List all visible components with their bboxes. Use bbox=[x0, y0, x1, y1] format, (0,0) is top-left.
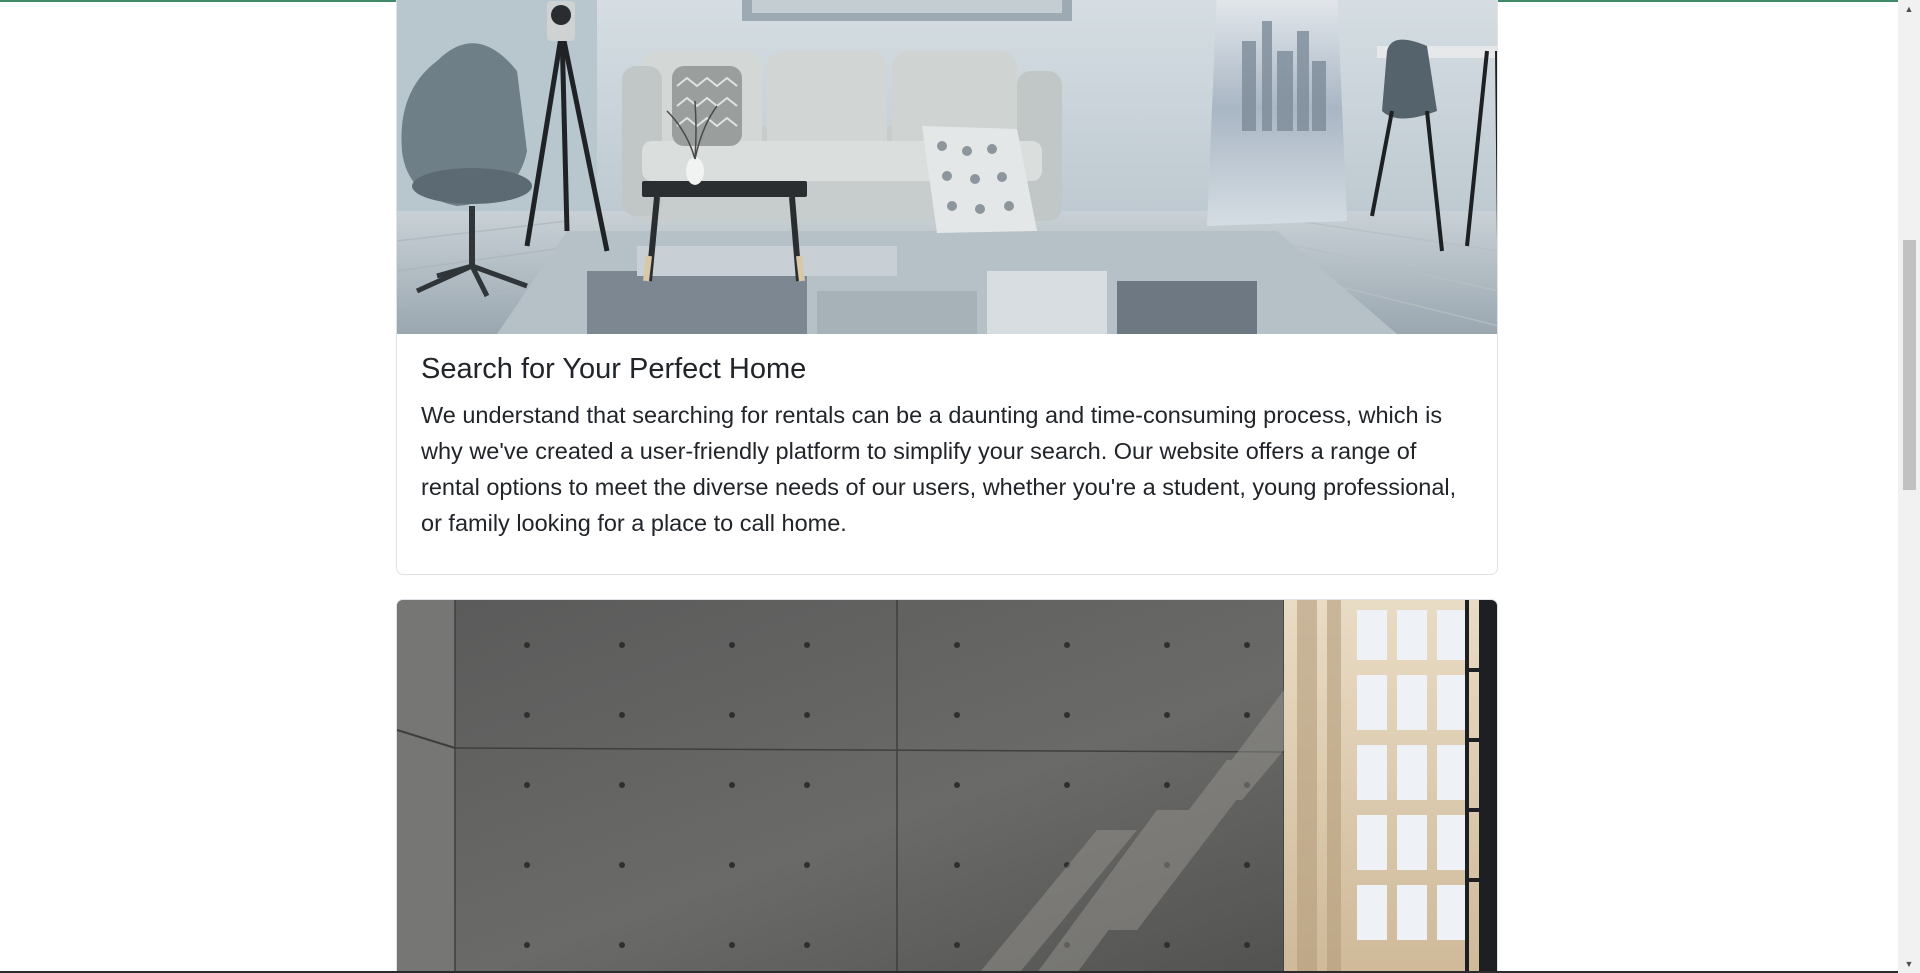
bedroom-image bbox=[397, 600, 1497, 973]
feature-card-bedroom bbox=[396, 599, 1498, 973]
page: Search for Your Perfect Home We understa… bbox=[0, 0, 1898, 973]
card-text: We understand that searching for rentals… bbox=[421, 401, 1457, 536]
feature-card-search: Search for Your Perfect Home We understa… bbox=[396, 0, 1498, 575]
scroll-down-icon[interactable]: ▼ bbox=[1898, 955, 1920, 973]
scroll-thumb[interactable] bbox=[1903, 240, 1916, 490]
scroll-up-icon[interactable]: ▲ bbox=[1898, 0, 1920, 18]
card-title: Search for Your Perfect Home bbox=[421, 353, 807, 385]
card-body: Search for Your Perfect Home We understa… bbox=[397, 334, 1497, 561]
vertical-scrollbar[interactable]: ▲ ▼ bbox=[1898, 0, 1920, 973]
living-room-image bbox=[397, 0, 1497, 334]
